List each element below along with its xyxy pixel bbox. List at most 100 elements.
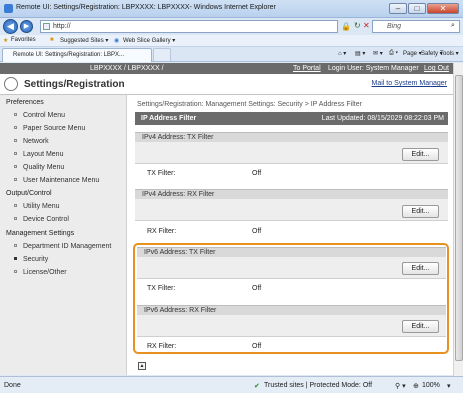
bullet-icon bbox=[14, 165, 17, 168]
field-label: TX Filter: bbox=[147, 170, 176, 177]
lock-icon: 🔒 bbox=[341, 22, 351, 31]
edit-button-ipv4-rx[interactable]: Edit... bbox=[402, 205, 439, 218]
zoom-level[interactable]: 100% bbox=[422, 382, 440, 389]
bullet-icon bbox=[14, 257, 17, 260]
section-header-ipv4-tx: IPv4 Address: TX Filter bbox=[135, 132, 448, 142]
login-user: Login User: System Manager bbox=[328, 65, 419, 72]
check-icon: ✔ bbox=[254, 383, 260, 390]
page-icon bbox=[43, 23, 50, 30]
settings-header: Settings/Registration Mail to System Man… bbox=[0, 74, 453, 95]
favorites-star-icon: ★ bbox=[3, 38, 9, 44]
bullet-icon bbox=[14, 139, 17, 142]
sidebar-item-quality-menu[interactable]: Quality Menu bbox=[14, 164, 64, 171]
ie-app-icon bbox=[4, 4, 13, 13]
forward-button[interactable]: ▶ bbox=[20, 20, 33, 33]
status-bar: Done ✔ Trusted sites | Protected Mode: O… bbox=[0, 376, 463, 393]
favorites-bar: ★ Favorites ■ Suggested Sites ▾ ◉ Web Sl… bbox=[0, 35, 463, 47]
field-label: RX Filter: bbox=[147, 228, 177, 235]
protected-mode-icon[interactable]: ⚲ ▾ bbox=[395, 382, 406, 390]
maximize-button[interactable]: □ bbox=[408, 3, 426, 14]
sidebar-item-department-id[interactable]: Department ID Management bbox=[14, 243, 111, 250]
bullet-icon bbox=[14, 126, 17, 129]
device-header-bar: LBPXXXX / LBPXXXX / To Portal Login User… bbox=[0, 63, 453, 74]
search-input[interactable]: Bing bbox=[372, 20, 460, 33]
breadcrumb: Settings/Registration: Management Settin… bbox=[137, 101, 362, 108]
sidebar-item-label: User Maintenance Menu bbox=[23, 177, 100, 184]
sidebar-item-user-maintenance-menu[interactable]: User Maintenance Menu bbox=[14, 177, 99, 184]
favorites-button[interactable]: Favorites bbox=[11, 37, 36, 43]
sidebar-item-label: Network bbox=[23, 138, 49, 145]
feeds-icon[interactable]: ▤ ▾ bbox=[355, 50, 365, 57]
url-text: http:// bbox=[53, 23, 71, 30]
zoom-icon: ⊕ bbox=[413, 383, 419, 390]
sidebar-item-label: Layout Menu bbox=[23, 151, 64, 158]
tab-remote-ui[interactable]: Remote UI: Settings/Registration: LBPX..… bbox=[2, 48, 152, 62]
sidebar-item-label: Security bbox=[23, 256, 49, 263]
sidebar-section-management-settings: Management Settings bbox=[6, 230, 75, 237]
mail-to-manager-link[interactable]: Mail to System Manager bbox=[372, 80, 447, 87]
page-title: IP Address Filter bbox=[141, 115, 197, 122]
sidebar-item-utility-menu[interactable]: Utility Menu bbox=[14, 203, 60, 210]
section-title: IPv4 Address: TX Filter bbox=[142, 134, 214, 141]
bullet-icon bbox=[14, 217, 17, 220]
ip-filter-title-bar: IP Address Filter Last Updated: 08/15/20… bbox=[135, 112, 448, 125]
sidebar-item-label: Device Control bbox=[23, 216, 69, 223]
print-icon[interactable]: ⎙ ▾ bbox=[389, 50, 398, 57]
mail-icon[interactable]: ✉ ▾ bbox=[373, 50, 383, 57]
sidebar-item-label: Paper Source Menu bbox=[23, 125, 86, 132]
suggested-sites-link[interactable]: Suggested Sites ▾ bbox=[60, 37, 108, 44]
stop-icon[interactable]: ✕ bbox=[363, 21, 370, 30]
bullet-icon bbox=[14, 270, 17, 273]
bullet-icon bbox=[14, 178, 17, 181]
window-title: Remote UI: Settings/Registration: LBPXXX… bbox=[16, 4, 276, 11]
security-zone: Trusted sites | Protected Mode: Off bbox=[264, 382, 373, 389]
search-icon[interactable]: ⌕ bbox=[451, 22, 455, 30]
section-header-ipv4-rx: IPv4 Address: RX Filter bbox=[135, 189, 448, 199]
minimize-button[interactable]: – bbox=[389, 3, 407, 14]
bullet-icon bbox=[14, 152, 17, 155]
field-value: Off bbox=[252, 228, 262, 235]
new-tab-button[interactable] bbox=[153, 48, 171, 61]
logout-link[interactable]: Log Out bbox=[424, 65, 449, 72]
sidebar-item-paper-source-menu[interactable]: Paper Source Menu bbox=[14, 125, 85, 132]
sidebar-item-license-other[interactable]: License/Other bbox=[14, 269, 67, 276]
tools-menu[interactable]: Tools ▾ bbox=[440, 50, 459, 57]
refresh-icon[interactable]: ↻ bbox=[354, 21, 361, 30]
sidebar-item-layout-menu[interactable]: Layout Menu bbox=[14, 151, 63, 158]
sidebar: Preferences Control Menu Paper Source Me… bbox=[0, 95, 127, 375]
edit-button-ipv4-tx[interactable]: Edit... bbox=[402, 148, 439, 161]
suggested-sites-icon: ■ bbox=[50, 37, 54, 43]
bullet-icon bbox=[14, 204, 17, 207]
close-button[interactable]: ✕ bbox=[427, 3, 459, 14]
bullet-icon bbox=[14, 113, 17, 116]
scrollbar-thumb[interactable] bbox=[455, 75, 463, 361]
vertical-scrollbar[interactable] bbox=[453, 63, 463, 376]
ipv6-highlight-frame bbox=[133, 243, 449, 354]
sidebar-item-control-menu[interactable]: Control Menu bbox=[14, 112, 65, 119]
web-slice-gallery-link[interactable]: Web Slice Gallery ▾ bbox=[123, 37, 175, 44]
tab-bar: Remote UI: Settings/Registration: LBPX..… bbox=[0, 47, 463, 62]
web-slice-icon: ◉ bbox=[114, 38, 120, 44]
window-title-bar: Remote UI: Settings/Registration: LBPXXX… bbox=[0, 0, 463, 18]
to-portal-link[interactable]: To Portal bbox=[293, 65, 321, 72]
last-updated: Last Updated: 08/15/2029 08:22:03 PM bbox=[321, 115, 444, 122]
page-heading: Settings/Registration bbox=[24, 79, 125, 90]
sidebar-item-label: Department ID Management bbox=[23, 243, 112, 250]
status-text: Done bbox=[4, 382, 21, 389]
field-value: Off bbox=[252, 170, 262, 177]
sidebar-item-security[interactable]: Security bbox=[14, 256, 48, 263]
url-input[interactable]: http:// bbox=[40, 20, 338, 33]
sidebar-item-label: Quality Menu bbox=[23, 164, 65, 171]
device-name: LBPXXXX / LBPXXXX / bbox=[90, 65, 164, 72]
sidebar-item-network[interactable]: Network bbox=[14, 138, 49, 145]
sidebar-section-output-control: Output/Control bbox=[6, 190, 52, 197]
home-icon[interactable]: ⌂ ▾ bbox=[338, 50, 346, 57]
zoom-dropdown-icon[interactable]: ▾ bbox=[447, 382, 451, 390]
sidebar-item-device-control[interactable]: Device Control bbox=[14, 216, 69, 223]
sidebar-item-label: Control Menu bbox=[23, 112, 66, 119]
page-menu[interactable]: Page ▾ bbox=[403, 50, 422, 57]
sidebar-item-label: Utility Menu bbox=[23, 203, 60, 210]
sidebar-section-preferences: Preferences bbox=[6, 99, 44, 106]
back-to-top-icon[interactable]: ▲ bbox=[138, 362, 146, 370]
back-button[interactable]: ◀ bbox=[3, 19, 18, 34]
